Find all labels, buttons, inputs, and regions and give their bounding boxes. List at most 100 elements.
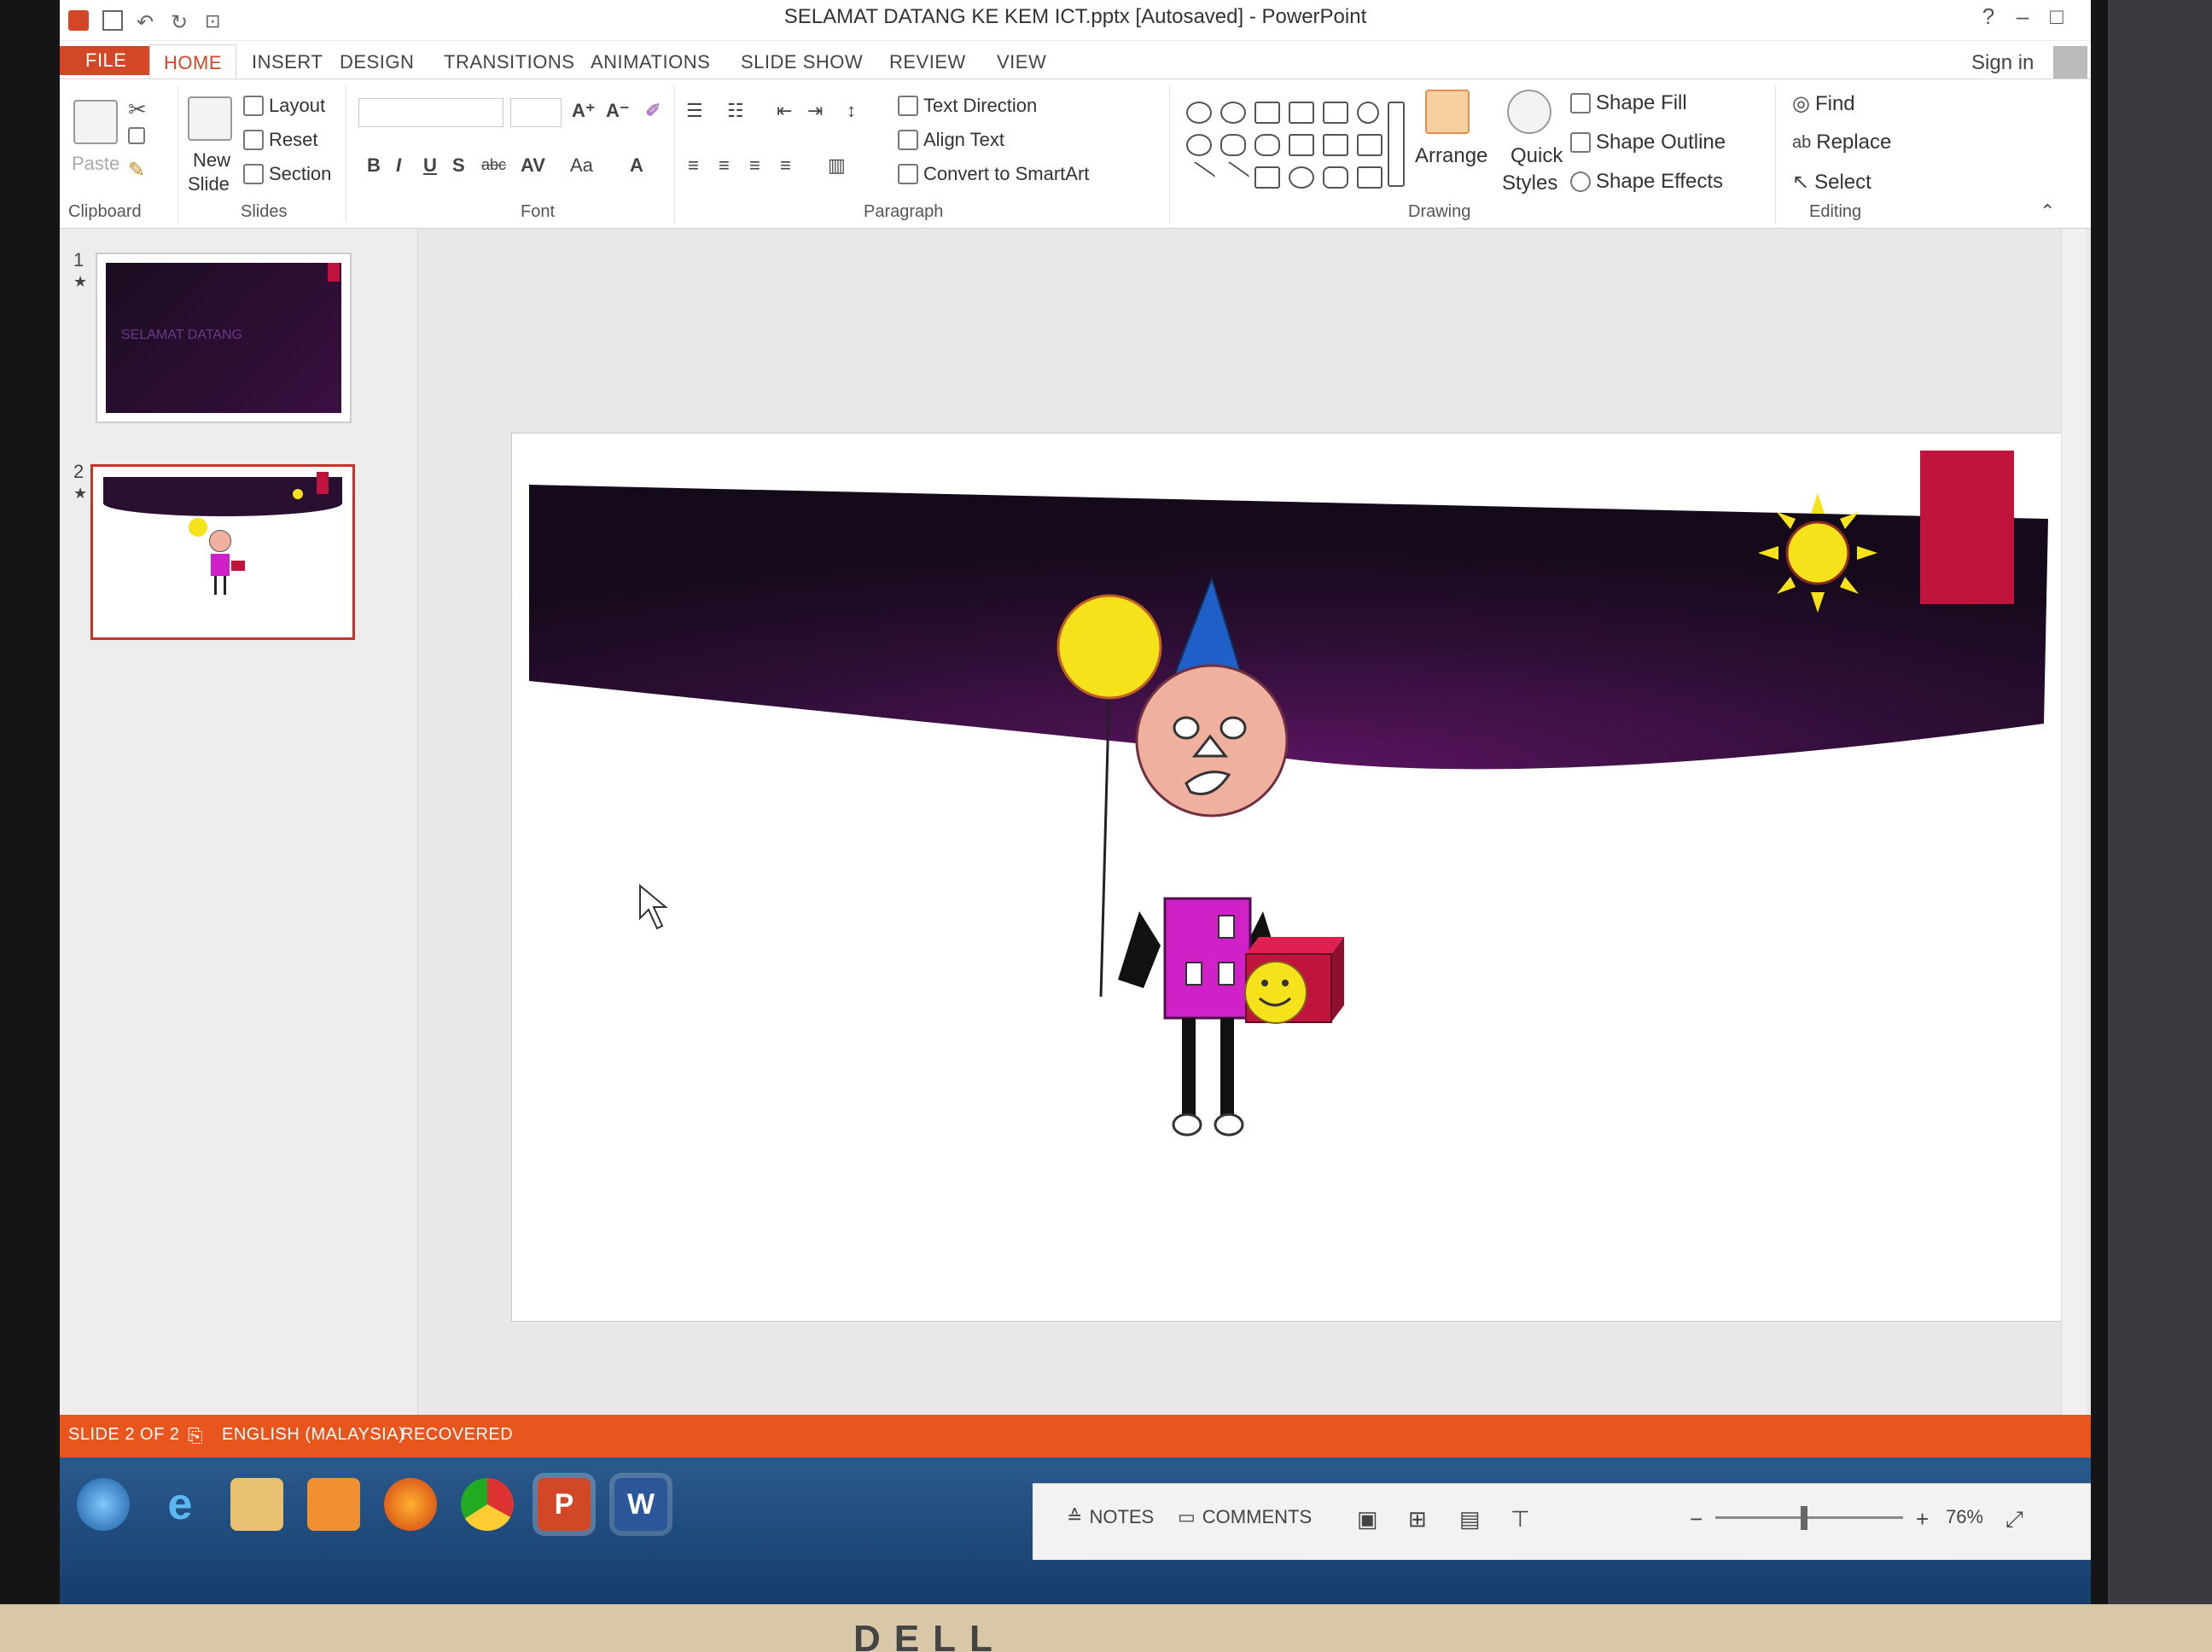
columns-icon[interactable]: ▥ [828,154,846,177]
explosion-shape-icon[interactable] [1254,134,1280,156]
justify-icon[interactable]: ≡ [780,154,791,177]
chrome-icon[interactable] [461,1478,514,1531]
copy-icon[interactable] [128,127,145,144]
heart-shape-icon[interactable] [1323,102,1348,124]
bold-button[interactable]: B [367,154,381,177]
zoom-out-icon[interactable]: − [1690,1506,1703,1533]
help-icon[interactable]: ? [1971,3,2005,29]
decrease-indent-icon[interactable]: ⇤ [777,100,792,122]
section-button[interactable]: Section [243,163,331,185]
shape-fill-button[interactable]: Shape Fill [1570,91,1687,115]
zoom-level[interactable]: 76% [1946,1506,1983,1528]
smiley-shape-icon[interactable] [1220,102,1246,124]
increase-indent-icon[interactable]: ⇥ [807,100,823,122]
moon-shape-icon[interactable] [1186,134,1212,156]
new-slide-label-1[interactable]: New [193,149,230,172]
tab-transitions[interactable]: TRANSITIONS [435,48,583,77]
triangle-shape-icon[interactable] [1357,166,1382,189]
numbering-icon[interactable]: ☷ [727,100,744,122]
tab-file[interactable]: FILE [60,46,153,75]
file-explorer-icon[interactable] [230,1478,283,1531]
notes-button[interactable]: ≙ NOTES [1067,1506,1154,1528]
callout-shape-icon[interactable] [1186,102,1212,124]
select-button[interactable]: ↖ Select [1792,170,1871,195]
font-size-select[interactable] [510,98,562,127]
format-painter-icon[interactable]: ✎ [128,158,145,183]
collapse-ribbon-icon[interactable]: ⌃ [2040,201,2055,223]
language-status[interactable]: ENGLISH (MALAYSIA) [222,1425,405,1445]
fit-to-window-icon[interactable]: ⤢ [2005,1506,2023,1533]
line-spacing-icon[interactable]: ↕ [847,100,856,122]
underline-button[interactable]: U [423,154,437,177]
arrange-icon[interactable] [1425,90,1470,134]
slide-sorter-icon[interactable]: ⊞ [1408,1506,1427,1533]
slide-canvas[interactable] [512,433,2082,1321]
tab-review[interactable]: REVIEW [881,48,975,77]
tab-design[interactable]: DESIGN [331,48,422,77]
maximize-icon[interactable]: □ [2040,3,2074,29]
text-direction-button[interactable]: Text Direction [898,95,1037,117]
sign-in-link[interactable]: Sign in [1971,51,2034,75]
cut-icon[interactable]: ✂ [128,96,147,123]
strikethrough-button[interactable]: abc [481,156,506,174]
convert-smartart-button[interactable]: Convert to SmartArt [898,163,1089,185]
trapezoid-shape-icon[interactable] [1323,134,1348,156]
font-name-select[interactable] [358,98,504,127]
grow-font-icon[interactable]: A⁺ [572,100,596,122]
vertical-scrollbar[interactable] [2061,229,2087,1415]
tab-animations[interactable]: ANIMATIONS [582,48,719,77]
clear-formatting-icon[interactable]: ✐ [645,100,661,122]
new-slide-icon[interactable] [188,96,232,141]
tab-insert[interactable]: INSERT [243,48,331,77]
oval2-shape-icon[interactable] [1289,166,1314,189]
normal-view-icon[interactable]: ▣ [1357,1506,1378,1533]
quick-styles-label-2[interactable]: Styles [1502,172,1557,195]
change-case-button[interactable]: Aa [570,154,593,177]
align-right-icon[interactable]: ≡ [749,154,760,177]
italic-button[interactable]: I [396,154,401,177]
tab-view[interactable]: VIEW [988,48,1055,77]
align-center-icon[interactable]: ≡ [719,154,730,177]
shape-outline-button[interactable]: Shape Outline [1570,131,1726,154]
find-button[interactable]: ◎ Find [1792,91,1855,116]
paste-icon[interactable] [73,100,118,144]
arrange-button[interactable]: Arrange [1415,144,1487,168]
reset-button[interactable]: Reset [243,129,317,151]
media-player-icon[interactable] [307,1478,360,1531]
flag-shape-icon[interactable] [1289,102,1314,124]
quick-styles-icon[interactable] [1507,90,1551,134]
font-color-button[interactable]: A [630,154,643,177]
powerpoint-icon[interactable]: P [538,1478,591,1531]
spell-check-icon[interactable]: ⎘ [188,1425,203,1447]
tab-home[interactable]: HOME [149,44,236,82]
reading-view-icon[interactable]: ▤ [1459,1506,1481,1533]
internet-explorer-icon[interactable]: e [154,1478,207,1531]
align-text-button[interactable]: Align Text [898,129,1004,151]
word-icon[interactable]: W [614,1478,667,1531]
up-arrow-shape-icon[interactable] [1289,134,1314,156]
shrink-font-icon[interactable]: A⁻ [606,100,630,122]
firefox-icon[interactable] [384,1478,437,1531]
paste-label[interactable]: Paste [72,153,119,175]
character-spacing-button[interactable]: AV [521,154,545,177]
zoom-in-icon[interactable]: + [1916,1506,1929,1533]
slide-show-icon[interactable]: ⊤ [1511,1506,1530,1533]
replace-button[interactable]: ab Replace [1792,131,1891,154]
textbox-shape-icon[interactable] [1357,134,1382,156]
start-orb-icon[interactable] [77,1478,130,1531]
slide-thumbnail-1[interactable]: SELAMAT DATANG [96,253,352,423]
slide-thumbnail-2[interactable] [90,464,355,640]
avatar[interactable] [2053,46,2087,80]
align-left-icon[interactable]: ≡ [688,154,699,177]
zoom-slider-track[interactable] [1715,1516,1903,1519]
tab-slide-show[interactable]: SLIDE SHOW [732,48,871,77]
rectangle-shape-icon[interactable] [1254,102,1280,124]
quick-styles-label-1[interactable]: Quick [1511,144,1563,168]
rect2-shape-icon[interactable] [1254,166,1280,189]
red-rectangle[interactable] [1920,451,2014,604]
shapes-gallery-scroll[interactable] [1388,102,1405,187]
cloud-shape-icon[interactable] [1220,134,1246,156]
layout-button[interactable]: Layout [243,95,325,117]
arrow-shape-icon[interactable] [1216,160,1250,195]
line-shape-icon[interactable] [1182,160,1216,195]
